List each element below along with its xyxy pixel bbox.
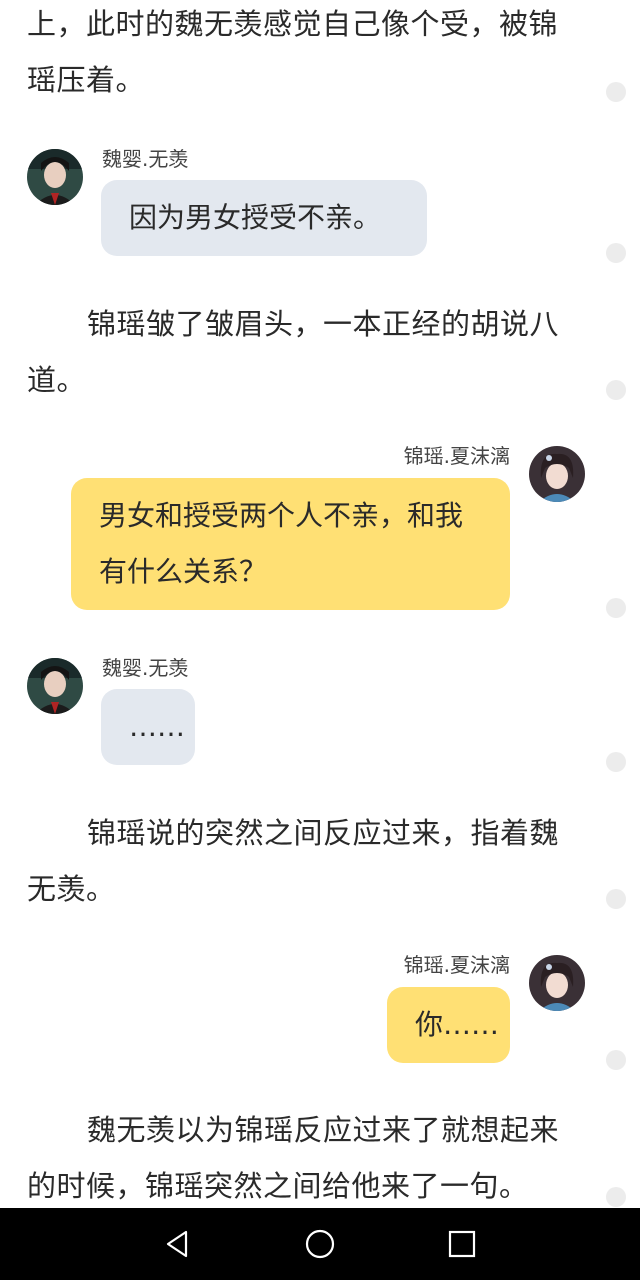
paragraph-text: 魏无羡以为锦瑶反应过来了就想起来的时候，锦瑶突然之间给他来了一句。 <box>27 1113 560 1203</box>
avatar-jin-yao[interactable] <box>529 955 585 1011</box>
avatar-jin-yao[interactable] <box>529 446 585 502</box>
comment-dot-icon[interactable] <box>606 82 626 102</box>
female-character-avatar-icon <box>529 955 585 1011</box>
comment-dot-icon[interactable] <box>606 752 626 772</box>
comment-dot-icon[interactable] <box>606 598 626 618</box>
male-character-avatar-icon <box>27 149 83 205</box>
avatar-wei-wuxian[interactable] <box>27 658 83 714</box>
paragraph-text: 上，此时的魏无羡感觉自己像个受，被锦瑶压着。 <box>27 7 559 97</box>
story-paragraph: 锦瑶皱了皱眉头，一本正经的胡说八道。 <box>27 296 577 408</box>
story-paragraph: 上，此时的魏无羡感觉自己像个受，被锦瑶压着。 <box>27 0 577 108</box>
paragraph-text: 锦瑶说的突然之间反应过来，指着魏无羡。 <box>27 816 560 906</box>
comment-dot-icon[interactable] <box>606 243 626 263</box>
recent-apps-square-icon <box>448 1230 476 1258</box>
reader-content[interactable]: 上，此时的魏无羡感觉自己像个受，被锦瑶压着。 魏婴.无羡 因为男女授受不亲。 锦… <box>0 0 640 1208</box>
female-character-avatar-icon <box>529 446 585 502</box>
comment-dot-icon[interactable] <box>606 889 626 909</box>
chat-bubble-right[interactable]: 你…… <box>387 987 510 1063</box>
home-circle-icon <box>305 1229 335 1259</box>
paragraph-text: 锦瑶皱了皱眉头，一本正经的胡说八道。 <box>27 307 560 397</box>
avatar-wei-wuxian[interactable] <box>27 149 83 205</box>
chat-bubble-left[interactable]: 因为男女授受不亲。 <box>101 180 427 256</box>
story-paragraph: 魏无羡以为锦瑶反应过来了就想起来的时候，锦瑶突然之间给他来了一句。 <box>27 1102 577 1208</box>
speaker-name: 魏婴.无羡 <box>102 656 189 680</box>
speaker-name: 锦瑶.夏沫漓 <box>403 444 510 468</box>
speaker-name: 锦瑶.夏沫漓 <box>403 953 510 977</box>
back-triangle-icon <box>166 1230 188 1258</box>
nav-back-button[interactable] <box>138 1208 218 1280</box>
comment-dot-icon[interactable] <box>606 1050 626 1070</box>
male-character-avatar-icon <box>27 658 83 714</box>
speaker-name: 魏婴.无羡 <box>102 147 189 171</box>
comment-dot-icon[interactable] <box>606 1187 626 1207</box>
chat-bubble-right[interactable]: 男女和授受两个人不亲，和我有什么关系？ <box>71 478 510 610</box>
nav-home-button[interactable] <box>280 1208 360 1280</box>
nav-recent-apps-button[interactable] <box>422 1208 502 1280</box>
comment-dot-icon[interactable] <box>606 380 626 400</box>
system-navigation-bar <box>0 1208 640 1280</box>
chat-bubble-left[interactable]: …… <box>101 689 195 765</box>
story-paragraph: 锦瑶说的突然之间反应过来，指着魏无羡。 <box>27 805 577 917</box>
